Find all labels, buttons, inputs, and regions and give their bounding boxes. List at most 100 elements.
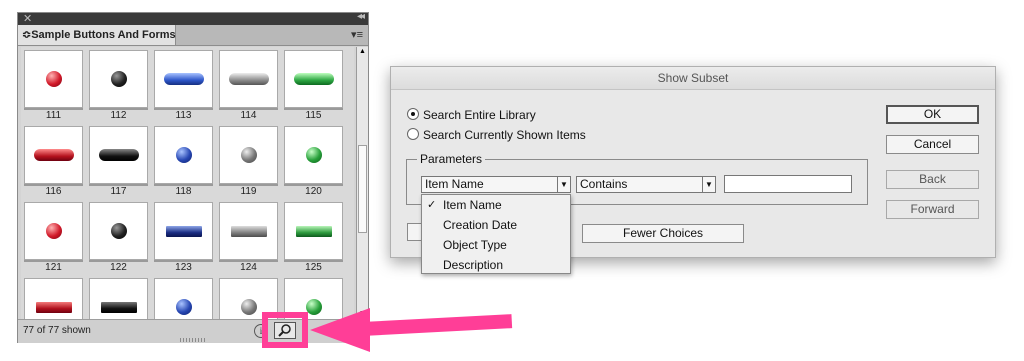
forward-button[interactable]: Forward [886,200,979,219]
dropdown-item-label: Description [443,258,504,272]
item-thumbnail[interactable] [284,50,343,108]
black-ball-icon [110,71,127,87]
back-button[interactable]: Back [886,170,979,189]
dropdown-item-label: Object Type [443,238,507,252]
library-item[interactable] [154,278,213,319]
radio-search-currently-shown[interactable]: Search Currently Shown Items [407,128,586,142]
radio-label-entire: Search Entire Library [423,108,536,122]
panel-menu-icon[interactable]: ▾≡ [351,28,363,41]
red-rect-icon [35,302,72,313]
item-thumbnail[interactable] [89,126,148,184]
gray-ball-icon [240,147,257,163]
item-thumbnail[interactable] [89,50,148,108]
library-item[interactable] [89,278,148,319]
library-item[interactable]: 114 [219,50,278,124]
library-item[interactable]: 112 [89,50,148,124]
library-item[interactable]: 122 [89,202,148,276]
black-rect-icon [100,302,137,313]
red-ball-icon [45,71,62,87]
operator-select[interactable]: Contains ▼ [576,176,716,193]
green-ball-icon [305,147,322,163]
dropdown-item-creation-date[interactable]: Creation Date [422,215,570,235]
item-label: 114 [240,110,257,121]
library-item[interactable]: 118 [154,126,213,200]
dropdown-item-description[interactable]: Description [422,255,570,275]
library-item[interactable]: 124 [219,202,278,276]
ok-button[interactable]: OK [886,105,979,124]
item-label: 123 [175,262,192,273]
resize-grip[interactable] [180,338,206,342]
item-thumbnail[interactable] [154,126,213,184]
item-thumbnail[interactable] [154,202,213,260]
dropdown-item-object-type[interactable]: Object Type [422,235,570,255]
close-icon[interactable]: ✕ [23,12,32,25]
library-item[interactable]: 111 [24,50,83,124]
library-item[interactable]: 123 [154,202,213,276]
radio-unselected-icon[interactable] [407,128,419,140]
item-label: 125 [305,262,322,273]
item-label: 120 [305,186,322,197]
library-item[interactable]: 116 [24,126,83,200]
search-value-input[interactable] [724,175,852,193]
item-thumbnail[interactable] [24,50,83,108]
field-select-value: Item Name [425,177,484,191]
item-thumbnail[interactable] [24,278,83,319]
library-item[interactable]: 125 [284,202,343,276]
item-label: 112 [110,110,127,121]
item-thumbnail[interactable] [24,202,83,260]
item-thumbnail[interactable] [24,126,83,184]
green-pill-icon [293,73,334,85]
radio-search-entire-library[interactable]: Search Entire Library [407,108,536,122]
chevron-down-icon: ▼ [702,177,715,192]
item-thumbnail[interactable] [284,126,343,184]
library-panel: ✕ ◂◂ ≎Sample Buttons And Forms ▾≡ 111 112… [17,11,369,343]
parameters-legend: Parameters [417,152,486,166]
library-item[interactable]: 115 [284,50,343,124]
item-thumbnail[interactable] [284,202,343,260]
item-label: 113 [175,110,192,121]
thumbnail-grid: 111 112 113 114 115 116 117 118 119 120 121 122 123 1… [21,47,354,319]
dropdown-item-item-name[interactable]: ✓ Item Name [422,195,570,215]
item-label: 111 [45,110,62,121]
library-item[interactable]: 113 [154,50,213,124]
item-thumbnail[interactable] [219,126,278,184]
radio-selected-icon[interactable] [407,108,419,120]
item-thumbnail[interactable] [89,278,148,319]
blue-ball-icon [175,147,192,163]
item-thumbnail[interactable] [154,50,213,108]
chevron-down-icon: ▼ [557,177,570,192]
item-label: 115 [305,110,322,121]
item-thumbnail[interactable] [89,202,148,260]
field-select[interactable]: Item Name ▼ [421,176,571,193]
item-thumbnail[interactable] [219,50,278,108]
dropdown-item-label: Item Name [443,198,502,212]
item-thumbnail[interactable] [219,202,278,260]
black-pill-icon [98,149,139,161]
item-label: 119 [240,186,257,197]
cancel-button[interactable]: Cancel [886,135,979,154]
item-label: 121 [45,262,62,273]
field-dropdown-menu: ✓ Item Name Creation Date Object Type De… [421,194,571,274]
annotation-arrow-shaft [361,314,513,336]
library-item[interactable]: 117 [89,126,148,200]
blue-rect-icon [165,226,202,237]
vertical-scrollbar[interactable]: ▲ ▼ [356,47,368,319]
annotation-arrow-head [310,308,370,352]
library-item[interactable] [24,278,83,319]
library-item[interactable]: 120 [284,126,343,200]
scrollbar-thumb[interactable] [358,145,367,233]
item-thumbnail[interactable] [154,278,213,319]
dialog-title: Show Subset [391,67,995,90]
library-item[interactable]: 121 [24,202,83,276]
tab-sample-buttons-and-forms[interactable]: ≎Sample Buttons And Forms [18,25,176,45]
item-label: 122 [110,262,127,273]
checkmark-icon: ✓ [427,199,437,211]
library-item[interactable]: 119 [219,126,278,200]
scroll-up-arrow-icon[interactable]: ▲ [357,47,368,57]
annotation-highlight-box [262,312,308,348]
collapse-icon[interactable]: ◂◂ [357,11,365,22]
gray-pill-icon [228,73,269,85]
fewer-choices-button[interactable]: Fewer Choices [582,224,744,243]
dropdown-item-label: Creation Date [443,218,518,232]
gray-ball-icon [240,299,257,315]
